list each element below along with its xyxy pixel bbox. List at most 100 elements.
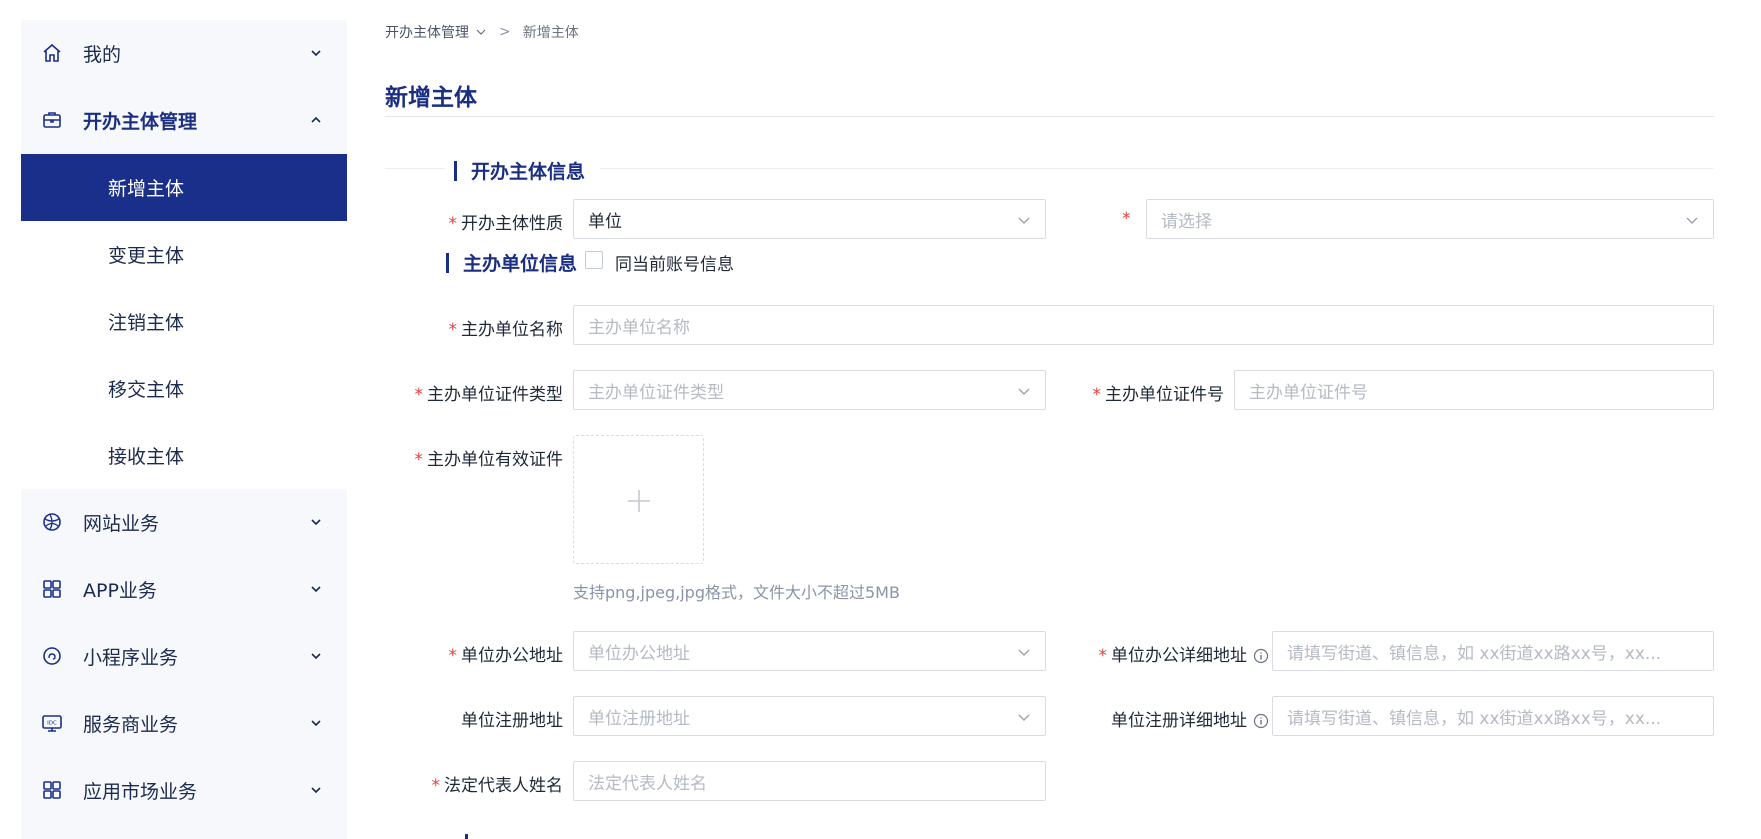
sidebar-subitem-label: 变更主体 [108, 245, 185, 267]
required-mark: * [414, 385, 424, 405]
office-detail-input[interactable]: 请填写街道、镇信息，如 xx街道xx路xx号，xx... [1272, 631, 1714, 671]
info-icon[interactable] [1253, 713, 1269, 729]
sidebar-subitem-label: 接收主体 [108, 446, 185, 468]
required-mark: * [448, 214, 458, 234]
sidebar-item-label: 开办主体管理 [83, 111, 198, 133]
sidebar-item-label: 服务商业务 [83, 714, 179, 736]
chevron-down-icon[interactable] [475, 26, 487, 38]
home-icon [43, 43, 61, 62]
sidebar-subitem-label: 新增主体 [108, 178, 185, 200]
breadcrumb-separator: > [499, 24, 511, 40]
sidebar-item-label: APP业务 [83, 580, 157, 602]
chevron-down-icon [311, 586, 321, 593]
same-as-account-label[interactable]: 同当前账号信息 [615, 250, 734, 275]
cert-number-placeholder: 主办单位证件号 [1249, 382, 1368, 403]
section-bar [446, 252, 449, 273]
chevron-up-icon [311, 116, 321, 123]
office-address-label: * 单位办公地址 [448, 646, 564, 666]
sidebar-subitem-receive-subject[interactable]: 接收主体 [21, 422, 347, 489]
cert-type-placeholder: 主办单位证件类型 [588, 382, 724, 403]
section-divider [385, 168, 445, 169]
cert-number-input[interactable]: 主办单位证件号 [1234, 370, 1714, 410]
section-title-host-unit-info: 主办单位信息 [446, 249, 577, 276]
title-divider [385, 116, 1714, 117]
host-unit-name-label: * 主办单位名称 [448, 320, 564, 340]
required-mark: * [414, 450, 424, 470]
breadcrumb-current: 新增主体 [522, 25, 579, 41]
chevron-down-icon [311, 720, 321, 727]
chevron-down-icon [1018, 714, 1030, 721]
valid-cert-label: * 主办单位有效证件 [414, 450, 564, 470]
reg-address-label: 单位注册地址 [461, 711, 563, 731]
subject-type-label: * [1122, 209, 1135, 229]
mini-program-icon [43, 647, 61, 665]
globe-icon [43, 513, 61, 531]
legal-rep-placeholder: 法定代表人姓名 [588, 773, 707, 794]
legal-rep-input[interactable]: 法定代表人姓名 [573, 761, 1046, 801]
sidebar-subitem-cancel-subject[interactable]: 注销主体 [21, 288, 347, 355]
sidebar-item-label: 应用市场业务 [83, 781, 198, 803]
reg-address-select[interactable]: 单位注册地址 [573, 696, 1046, 736]
chevron-down-icon [311, 519, 321, 526]
cert-type-label: * 主办单位证件类型 [414, 385, 564, 405]
required-mark: * [1098, 646, 1108, 666]
reg-detail-label: 单位注册详细地址 [1111, 706, 1269, 731]
sidebar-item-app-market[interactable]: 应用市场业务 [21, 757, 347, 824]
chevron-down-icon [311, 50, 321, 57]
breadcrumb-parent[interactable]: 开办主体管理 [385, 22, 469, 42]
section-title-text: 主办单位信息 [463, 253, 578, 275]
office-detail-placeholder: 请填写街道、镇信息，如 xx街道xx路xx号，xx... [1287, 643, 1662, 664]
reg-detail-placeholder: 请填写街道、镇信息，如 xx街道xx路xx号，xx... [1287, 708, 1662, 729]
reg-detail-input[interactable]: 请填写街道、镇信息，如 xx街道xx路xx号，xx... [1272, 696, 1714, 736]
section-title-text: 开办主体信息 [471, 161, 586, 183]
required-mark: * [448, 320, 458, 340]
section-title-subject-info: 开办主体信息 [454, 157, 585, 184]
cert-number-label: * 主办单位证件号 [1092, 385, 1225, 405]
office-address-select[interactable]: 单位办公地址 [573, 631, 1046, 671]
sidebar-subitem-add-subject[interactable]: 新增主体 [21, 154, 347, 221]
upload-hint: 支持png,jpeg,jpg格式，文件大小不超过5MB [573, 583, 900, 602]
chevron-down-icon [311, 787, 321, 794]
reg-address-placeholder: 单位注册地址 [588, 708, 690, 729]
chevron-down-icon [311, 653, 321, 660]
host-unit-name-input[interactable]: 主办单位名称 [573, 305, 1714, 345]
sidebar-subitem-transfer-subject[interactable]: 移交主体 [21, 355, 347, 422]
breadcrumb: 开办主体管理 > 新增主体 [385, 22, 579, 42]
idc-icon: IDC [42, 715, 62, 732]
subject-nature-value: 单位 [588, 211, 622, 232]
subject-type-select[interactable]: 请选择 [1146, 199, 1714, 239]
same-as-account-checkbox[interactable] [585, 251, 603, 269]
chevron-down-icon [1018, 649, 1030, 656]
sidebar-item-mini-program[interactable]: 小程序业务 [21, 623, 347, 690]
section-bar [454, 160, 457, 181]
subject-type-placeholder: 请选择 [1161, 211, 1212, 232]
subject-nature-label: * 开办主体性质 [448, 214, 564, 234]
required-mark: * [1122, 209, 1131, 229]
cert-type-select[interactable]: 主办单位证件类型 [573, 370, 1046, 410]
host-unit-name-placeholder: 主办单位名称 [588, 317, 690, 338]
required-mark: * [431, 776, 441, 796]
app-grid-icon [43, 580, 61, 598]
sidebar-item-website[interactable]: 网站业务 [21, 489, 347, 556]
sidebar-item-service-provider[interactable]: IDC 服务商业务 [21, 690, 347, 757]
subject-nature-select[interactable]: 单位 [573, 199, 1046, 239]
plus-icon [628, 490, 650, 512]
sidebar-item-label: 网站业务 [83, 513, 160, 535]
required-mark: * [448, 646, 458, 666]
required-mark: * [1092, 385, 1102, 405]
info-icon[interactable] [1253, 648, 1269, 664]
section-divider [600, 168, 1714, 169]
valid-cert-upload[interactable] [573, 435, 704, 564]
next-section-bar [465, 834, 468, 839]
sidebar-item-mine[interactable]: 我的 [21, 20, 347, 87]
app-grid-icon [43, 781, 61, 799]
chevron-down-icon [1018, 388, 1030, 395]
sidebar: 我的 开办主体管理 新增主体 变更主体 注销主体 移交主体 接收主体 网站业务 … [21, 20, 347, 839]
sidebar-subitem-change-subject[interactable]: 变更主体 [21, 221, 347, 288]
sidebar-item-label: 小程序业务 [83, 647, 179, 669]
briefcase-icon [43, 112, 61, 128]
sidebar-item-subject-management[interactable]: 开办主体管理 [21, 87, 347, 154]
sidebar-item-app[interactable]: APP业务 [21, 556, 347, 623]
sidebar-item-label: 我的 [83, 44, 122, 66]
sidebar-subitem-label: 注销主体 [108, 312, 185, 334]
